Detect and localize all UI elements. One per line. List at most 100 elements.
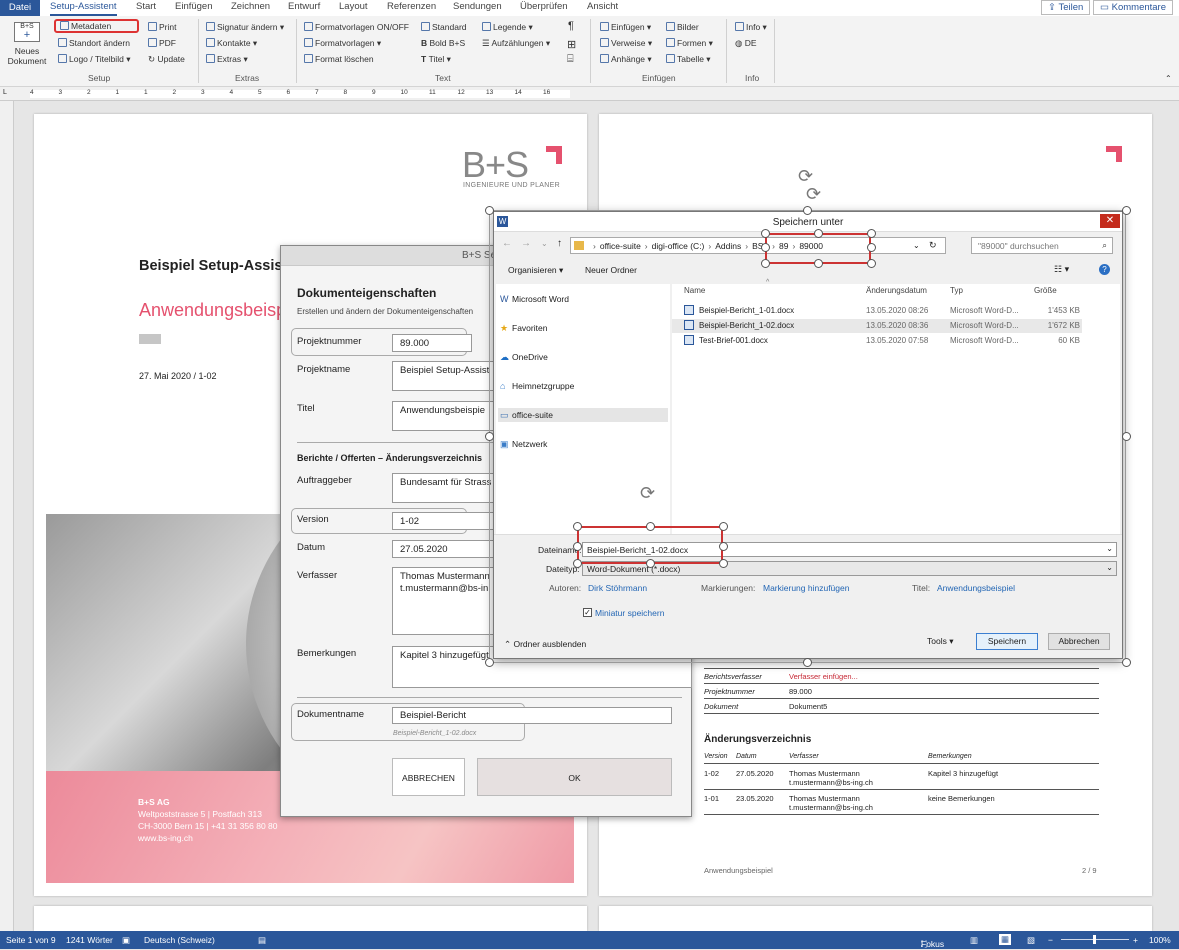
resize-handle[interactable] [573,522,582,531]
resize-handle[interactable] [485,206,494,215]
contacts-button[interactable]: Kontakte ▾ [206,38,257,49]
insert-button[interactable]: Einfügen ▾ [600,22,651,33]
read-mode-icon[interactable]: ▥ [970,935,978,946]
tab-mailings[interactable]: Sendungen [453,1,502,12]
language-de-button[interactable]: ◍ DE [735,38,757,49]
collapse-ribbon-icon[interactable]: ⌃ [1165,74,1172,83]
zoom-slider-thumb[interactable] [1093,935,1096,944]
language-status[interactable]: Deutsch (Schweiz) [144,935,215,945]
resize-handle[interactable] [719,522,728,531]
client-label: Auftraggeber [297,475,352,486]
resize-handle[interactable] [646,559,655,568]
legend-button[interactable]: Legende ▾ [482,22,533,33]
clear-format-button[interactable]: Format löschen [304,54,374,64]
rotate-handle-icon[interactable]: ⟳ [640,483,655,504]
print-layout-icon[interactable]: ▦ [999,934,1012,945]
rotate-handle-icon[interactable]: ⟳ [806,184,821,205]
bold-style-button[interactable]: B Bold B+S [421,38,465,48]
table-grid-icon[interactable]: ⊞ [567,38,576,51]
tag-icon [60,21,69,30]
resize-handle[interactable] [761,229,770,238]
pdf-button[interactable]: PDF [148,38,176,48]
tab-file[interactable]: Datei [0,0,40,16]
logo-cover-button[interactable]: Logo / Titelbild ▾ [58,54,130,65]
tab-references[interactable]: Referenzen [387,1,436,12]
resize-handle[interactable] [867,259,876,268]
note-cell: Kapitel 3 hinzugefügt [928,769,999,778]
resize-handle[interactable] [814,259,823,268]
ruler-label: 10 [400,89,408,96]
document-page-3[interactable] [34,906,587,931]
print-button[interactable]: Print [148,22,176,32]
resize-handle[interactable] [646,522,655,531]
resize-handle[interactable] [1122,206,1131,215]
update-button[interactable]: ↻ Update [148,54,185,65]
resize-handle[interactable] [719,542,728,551]
signature-button[interactable]: Signatur ändern ▾ [206,22,284,33]
page-count[interactable]: Seite 1 von 9 [6,935,56,945]
project-number-field[interactable]: 89.000 [392,334,472,352]
shapes-button[interactable]: Formen ▾ [666,38,713,49]
word-count[interactable]: 1241 Wörter [66,935,113,945]
page-break-icon[interactable]: ⌸ [567,53,574,66]
tab-design[interactable]: Entwurf [288,1,320,12]
text-style-icon [421,22,430,31]
change-location-button[interactable]: Standort ändern [58,38,130,48]
tab-review[interactable]: Überprüfen [520,1,568,12]
resize-handle[interactable] [814,229,823,238]
web-layout-icon[interactable]: ▧ [1027,935,1035,946]
document-name-field[interactable]: Beispiel-Bericht [392,707,672,724]
vertical-ruler[interactable] [0,101,14,931]
separator [198,19,199,83]
resize-handle[interactable] [867,243,876,252]
resize-handle[interactable] [485,658,494,667]
cancel-button[interactable]: ABBRECHEN [392,758,465,796]
horizontal-ruler[interactable]: L 4 3 2 1 1 2 3 4 5 6 7 8 9 10 11 12 13 14 16 [0,87,1179,101]
table-button[interactable]: Tabelle ▾ [666,54,711,65]
extras-button[interactable]: Extras ▾ [206,54,248,65]
ok-button[interactable]: OK [477,758,672,796]
resize-handle[interactable] [803,206,812,215]
zoom-out-button[interactable]: − [1048,935,1053,945]
resize-handle[interactable] [803,658,812,667]
references-button[interactable]: Verweise ▾ [600,38,652,49]
resize-handle[interactable] [573,542,582,551]
attachments-button[interactable]: Anhänge ▾ [600,54,652,65]
tab-insert[interactable]: Einfügen [175,1,213,12]
resize-handle[interactable] [573,559,582,568]
proofing-icon[interactable]: ▣ [122,935,130,946]
title-style-button[interactable]: T Titel ▾ [421,54,451,65]
standard-style-button[interactable]: Standard [421,22,467,32]
resize-handle[interactable] [1122,432,1131,441]
zoom-level[interactable]: 100% [1149,935,1171,945]
resize-handle[interactable] [719,559,728,568]
share-button[interactable]: ⇪ Teilen [1041,0,1091,15]
comments-button[interactable]: ▭ Kommentare [1093,0,1174,15]
resize-handle[interactable] [1122,658,1131,667]
pilcrow-icon[interactable]: ¶ [568,20,574,32]
tab-start[interactable]: Start [136,1,156,12]
images-button[interactable]: Bilder [666,22,699,32]
ruler-label: 4 [229,89,234,96]
tab-layout[interactable]: Layout [339,1,368,12]
styles-button[interactable]: Formatvorlagen ▾ [304,38,381,49]
metadata-button[interactable]: Metadaten [54,19,139,33]
lists-button[interactable]: ☰ Aufzählungen ▾ [482,38,550,49]
zoom-in-button[interactable]: + [1133,935,1138,945]
update-label: Update [157,54,185,64]
tab-view[interactable]: Ansicht [587,1,618,12]
styles-toggle-button[interactable]: Formatvorlagen ON/OFF [304,22,409,32]
author-label: Verfasser [297,570,338,581]
resize-handle[interactable] [485,432,494,441]
info-button[interactable]: Info ▾ [735,22,767,33]
new-document-button[interactable]: Neues Dokument [6,46,48,66]
tab-selector-icon[interactable]: L [3,89,7,96]
resize-handle[interactable] [867,229,876,238]
accessibility-icon[interactable]: ▤ [258,935,266,946]
document-page-4[interactable] [599,906,1152,931]
resize-handle[interactable] [761,243,770,252]
tab-draw[interactable]: Zeichnen [231,1,270,12]
resize-handle[interactable] [761,259,770,268]
tab-setup-assistant[interactable]: Setup-Assistent [50,1,117,16]
legend-icon [482,22,491,31]
